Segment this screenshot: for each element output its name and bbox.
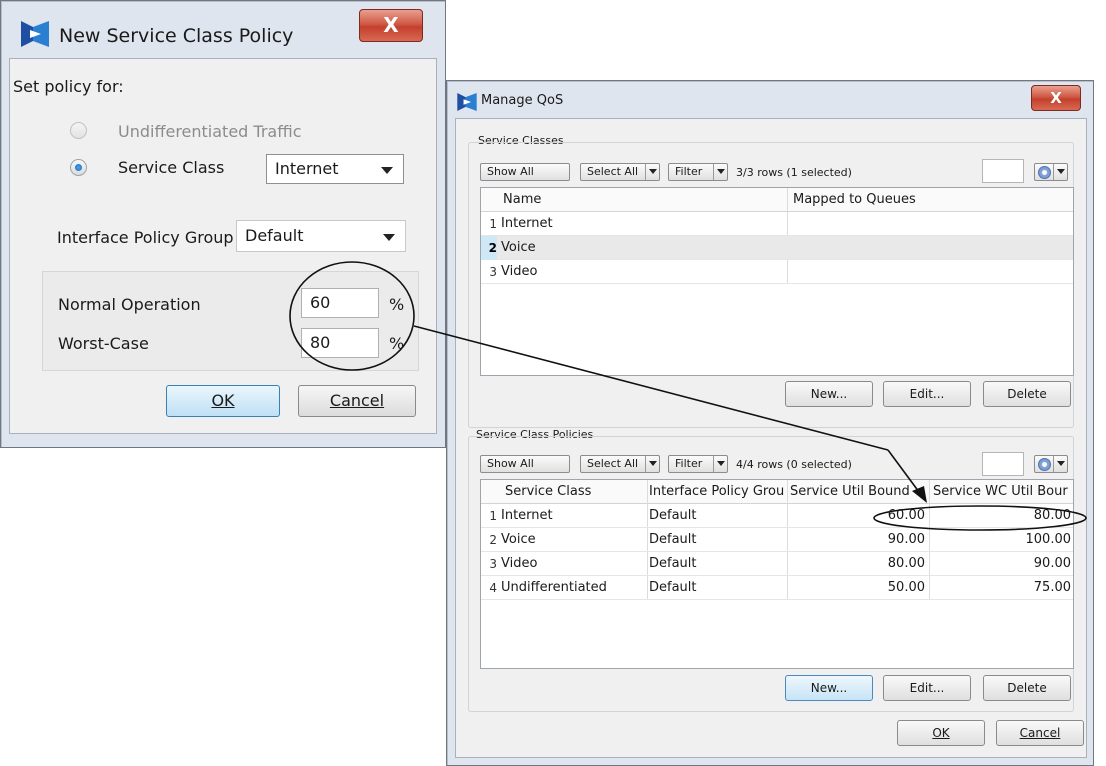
arrowhead-icon [912, 486, 927, 503]
annotation-overlay [289, 261, 1087, 531]
highlight-circle [289, 261, 415, 371]
callout-line [413, 325, 889, 451]
highlight-ellipse [873, 505, 1087, 531]
